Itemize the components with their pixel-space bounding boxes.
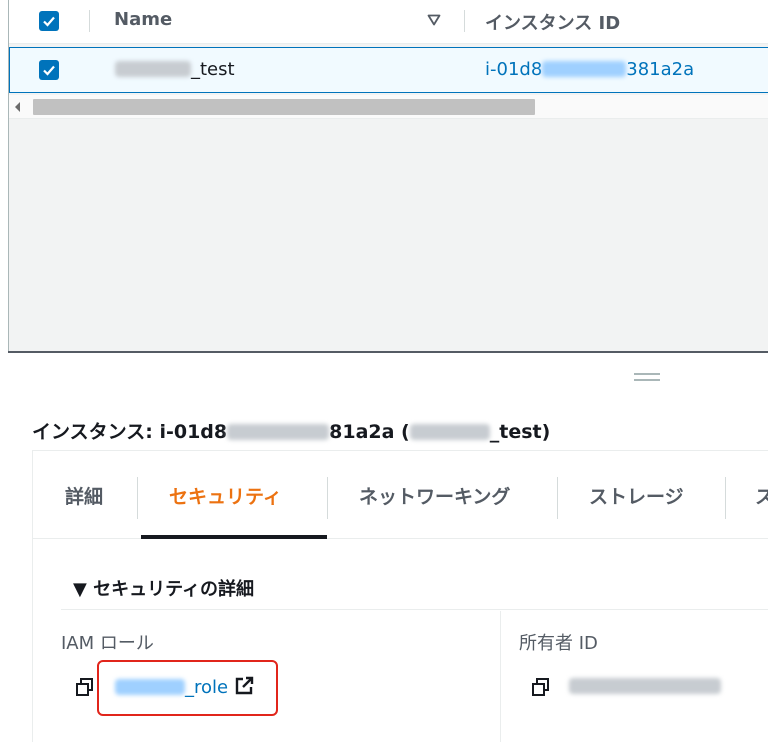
column-separator <box>464 10 465 32</box>
redacted-text <box>542 61 627 77</box>
details-title: インスタンス: i-01d8 81a2a (_test) <box>32 421 551 443</box>
checkbox-checked-icon <box>43 16 55 27</box>
highlight-annotation <box>97 660 278 716</box>
owner-id-value <box>569 676 721 697</box>
tab-networking[interactable]: ネットワーキング <box>359 482 510 509</box>
column-header-name[interactable]: Name <box>114 9 172 30</box>
details-panel: 詳細 セキュリティ ネットワーキング ストレージ ス ▼ セキュリティの詳細 I… <box>32 450 768 742</box>
redacted-text <box>409 424 490 440</box>
instances-table: Name インスタンス ID _test i-01d8 381a2a <box>8 0 768 352</box>
column-separator <box>89 10 90 32</box>
row-instance-name: _test <box>115 59 235 80</box>
tab-separator <box>557 477 558 519</box>
column-divider <box>500 611 501 742</box>
checkbox-checked-icon <box>43 65 55 76</box>
scroll-left-icon[interactable] <box>15 102 20 112</box>
horizontal-scrollbar[interactable] <box>9 95 768 119</box>
divider <box>61 609 768 610</box>
panel-divider[interactable] <box>8 351 768 353</box>
row-instance-id-link[interactable]: i-01d8 381a2a <box>485 59 694 80</box>
active-tab-indicator <box>141 535 327 539</box>
sort-down-icon[interactable] <box>427 14 441 26</box>
scrollbar-thumb[interactable] <box>33 99 535 115</box>
tab-overflow[interactable]: ス <box>755 482 768 509</box>
tab-separator <box>137 477 138 519</box>
table-header: Name インスタンス ID <box>9 0 768 44</box>
iam-role-label: IAM ロール <box>61 633 154 654</box>
tab-separator <box>725 477 726 519</box>
tab-separator <box>327 477 328 519</box>
owner-id-label: 所有者 ID <box>519 633 598 654</box>
column-header-instance-id[interactable]: インスタンス ID <box>485 9 620 35</box>
details-tabs: 詳細 セキュリティ ネットワーキング ストレージ ス <box>33 451 768 539</box>
copy-icon[interactable] <box>75 677 95 697</box>
security-details-toggle[interactable]: ▼ セキュリティの詳細 <box>73 575 254 601</box>
redacted-text <box>227 424 330 440</box>
drag-handle-icon[interactable] <box>634 373 660 381</box>
select-all-checkbox[interactable] <box>39 11 59 31</box>
tab-security[interactable]: セキュリティ <box>169 482 282 509</box>
redacted-text <box>115 61 191 77</box>
redacted-text <box>569 678 721 694</box>
copy-icon[interactable] <box>531 677 551 697</box>
tab-details[interactable]: 詳細 <box>65 482 103 509</box>
row-checkbox[interactable] <box>39 60 59 80</box>
tab-storage[interactable]: ストレージ <box>589 482 684 509</box>
